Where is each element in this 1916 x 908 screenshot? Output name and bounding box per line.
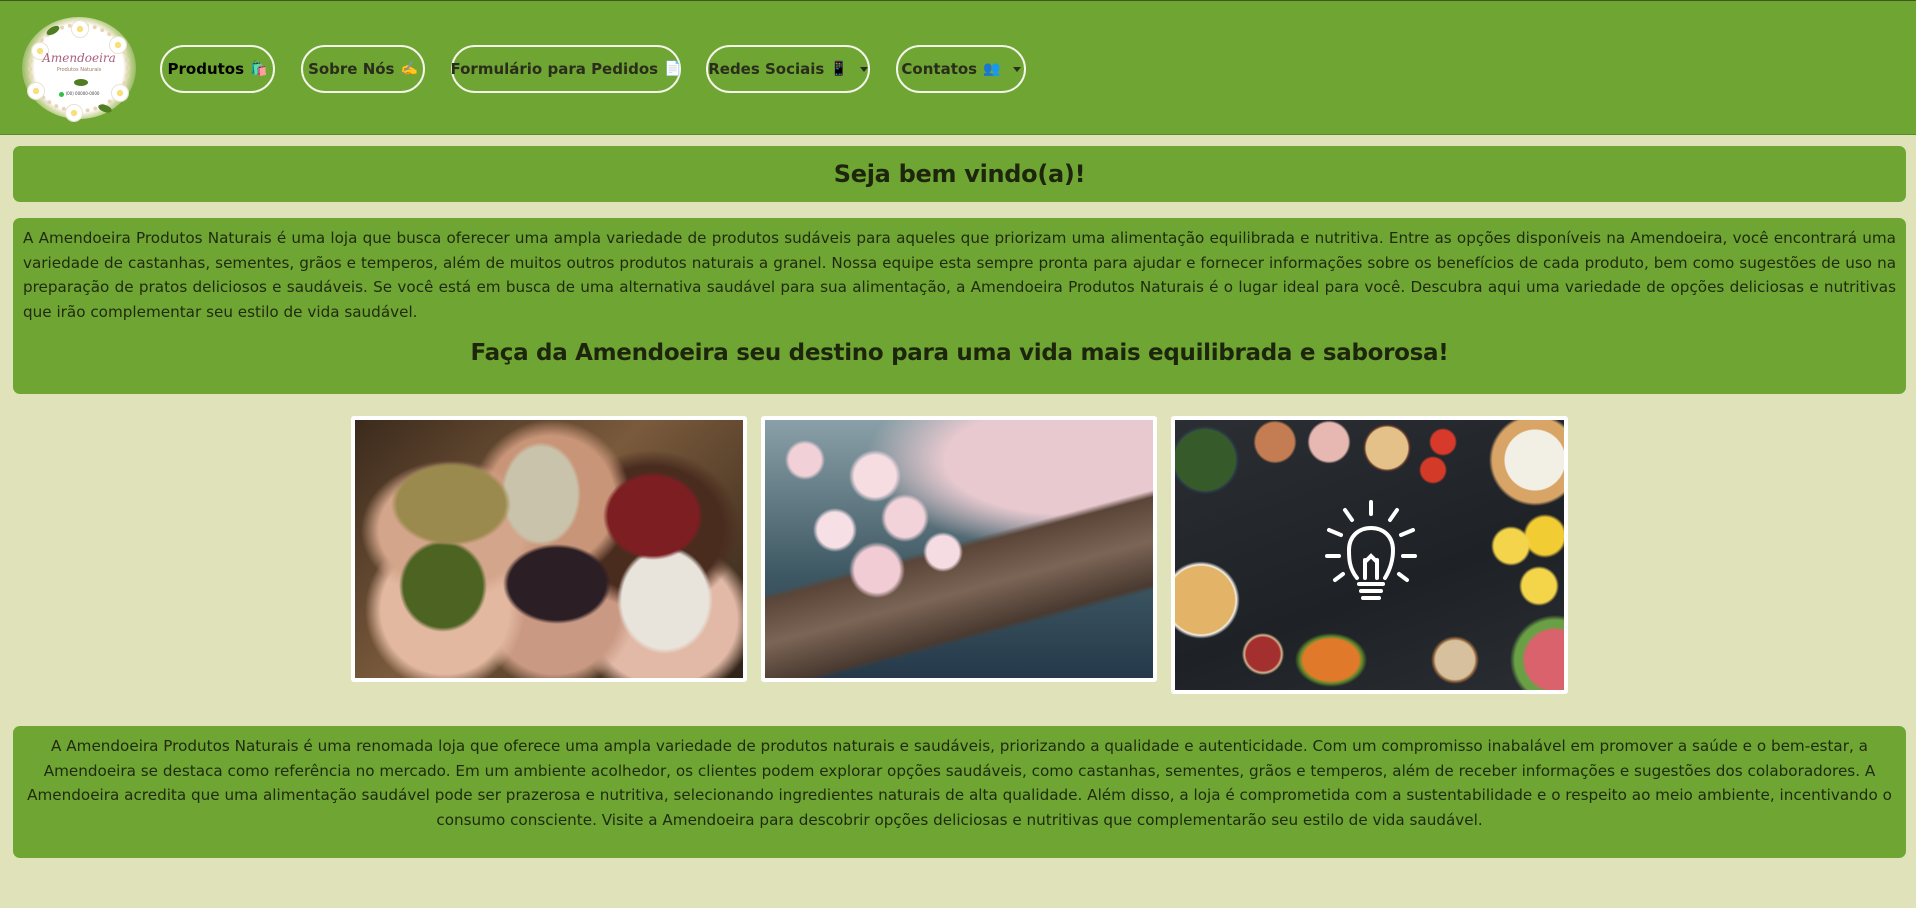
welcome-title: Seja bem vindo(a)!	[833, 160, 1086, 188]
people-icon: 👥	[983, 61, 1001, 77]
logo-tagline: Produtos Naturais	[56, 67, 102, 73]
logo-phone-number: (00) 00000-0000	[65, 91, 100, 96]
hands-with-grains-image	[355, 420, 743, 678]
welcome-banner: Seja bem vindo(a)!	[13, 146, 1906, 202]
logo-leaf	[74, 79, 88, 86]
intro-section: A Amendoeira Produtos Naturais é uma loj…	[13, 218, 1906, 394]
gallery-photo-food-idea	[1171, 416, 1568, 694]
logo-flower	[72, 21, 88, 37]
nav-sobre-nos-label: Sobre Nós	[308, 60, 395, 78]
about-paragraph: A Amendoeira Produtos Naturais é uma ren…	[27, 737, 1892, 829]
cherry-blossoms-image	[765, 420, 1153, 678]
logo-flower	[66, 105, 82, 121]
chevron-down-icon	[859, 66, 868, 72]
logo-phone: (00) 00000-0000	[22, 91, 136, 97]
nav-produtos-button[interactable]: Produtos 🛍️	[160, 45, 275, 93]
nav-redes-sociais-dropdown[interactable]: Redes Sociais 📱	[706, 45, 870, 93]
store-logo[interactable]: Amendoeira Produtos Naturais (00) 00000-…	[22, 17, 136, 121]
nav-contatos-label: Contatos	[901, 60, 978, 78]
intro-tagline: Faça da Amendoeira seu destino para uma …	[470, 340, 1449, 366]
mobile-phone-icon: 📱	[830, 61, 848, 77]
nav-contatos-dropdown[interactable]: Contatos 👥	[896, 45, 1026, 93]
shopping-bags-icon: 🛍️	[250, 61, 268, 77]
logo-leaf	[97, 102, 113, 115]
nav-formulario-label: Formulário para Pedidos	[450, 60, 659, 78]
document-icon: 📄	[664, 61, 682, 77]
lightbulb-icon	[1325, 500, 1417, 600]
nav-redes-sociais-label: Redes Sociais	[708, 60, 825, 78]
about-section: A Amendoeira Produtos Naturais é uma ren…	[13, 726, 1906, 858]
navbar: Amendoeira Produtos Naturais (00) 00000-…	[0, 0, 1916, 135]
nav-sobre-nos-button[interactable]: Sobre Nós ✍️	[301, 45, 425, 93]
intro-paragraph: A Amendoeira Produtos Naturais é uma loj…	[23, 229, 1896, 321]
nav-formulario-button[interactable]: Formulário para Pedidos 📄	[450, 45, 682, 93]
writing-hand-icon: ✍️	[400, 61, 418, 77]
logo-brand: Amendoeira	[42, 51, 116, 65]
gallery-photo-blossoms	[761, 416, 1157, 682]
healthy-food-image	[1175, 420, 1564, 690]
gallery-photo-grains	[351, 416, 747, 682]
nav-produtos-label: Produtos	[167, 60, 245, 78]
chevron-down-icon	[1012, 66, 1021, 72]
whatsapp-icon	[58, 91, 64, 97]
